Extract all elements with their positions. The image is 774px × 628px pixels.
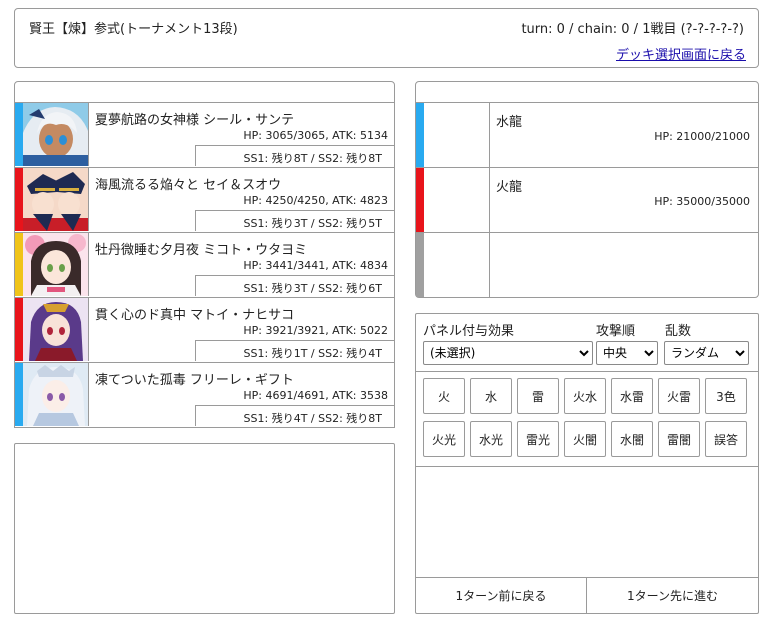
attribute-bar xyxy=(416,103,424,167)
battle-header: 賢王【煉】参式(トーナメント13段) turn: 0 / chain: 0 / … xyxy=(14,8,759,68)
character-name: 海風流るる焔々と セイ＆スオウ xyxy=(95,178,282,193)
panel-button-wrong-answer[interactable]: 誤答 xyxy=(705,421,747,457)
skill-turns: SS1: 残り1T / SS2: 残り4T xyxy=(195,340,394,361)
attack-order-select[interactable]: 中央 xyxy=(596,341,658,365)
attribute-bar xyxy=(15,233,23,296)
panel-button-water-dark[interactable]: 水闇 xyxy=(611,421,653,457)
skill-turns: SS1: 残り3T / SS2: 残り5T xyxy=(195,210,394,231)
character-name: 貫く心のド真中 マトイ・ナヒサコ xyxy=(95,308,295,323)
skill-turns: SS1: 残り8T / SS2: 残り8T xyxy=(195,145,394,166)
character-portrait xyxy=(23,233,88,296)
random-label: 乱数 xyxy=(665,324,692,339)
quest-title: 賢王【煉】参式(トーナメント13段) xyxy=(29,22,238,37)
attribute-bar xyxy=(416,233,424,297)
panel-button-fire-water[interactable]: 火水 xyxy=(564,378,606,414)
attack-order-label: 攻撃順 xyxy=(596,324,636,339)
character-stats: HP: 3921/3921, ATK: 5022 xyxy=(243,324,388,337)
attribute-bar xyxy=(15,298,23,361)
character-portrait xyxy=(23,363,88,426)
character-stats: HP: 4691/4691, ATK: 3538 xyxy=(243,389,388,402)
party-panel: 夏夢航路の女神様 シール・サンテ HP: 3065/3065, ATK: 513… xyxy=(14,81,395,428)
panel-button-water[interactable]: 水 xyxy=(470,378,512,414)
battle-log-panel xyxy=(14,443,395,614)
character-portrait xyxy=(23,103,88,166)
character-stats: HP: 3441/3441, ATK: 4834 xyxy=(243,259,388,272)
enemy-hp: HP: 35000/35000 xyxy=(654,195,750,208)
enemy-row[interactable]: 水龍 HP: 21000/21000 xyxy=(416,102,758,167)
panel-button-fire-light[interactable]: 火光 xyxy=(423,421,465,457)
attribute-bar xyxy=(416,168,424,232)
enemy-name: 水龍 xyxy=(496,115,523,130)
back-to-deck-link[interactable]: デッキ選択画面に戻る xyxy=(616,44,746,63)
attribute-bar xyxy=(15,103,23,166)
control-panel: パネル付与効果 攻撃順 乱数 (未選択) 中央 ランダム 火 水 雷 火水 水雷… xyxy=(415,313,759,614)
character-stats: HP: 4250/4250, ATK: 4823 xyxy=(243,194,388,207)
character-name: 夏夢航路の女神様 シール・サンテ xyxy=(95,113,295,128)
attribute-bar xyxy=(15,363,23,426)
character-portrait xyxy=(23,168,88,231)
party-member[interactable]: 貫く心のド真中 マトイ・ナヒサコ HP: 3921/3921, ATK: 502… xyxy=(15,297,394,361)
panel-button-tricolor[interactable]: 3色 xyxy=(705,378,747,414)
panel-button-thunder-dark[interactable]: 雷闇 xyxy=(658,421,700,457)
skill-turns: SS1: 残り4T / SS2: 残り8T xyxy=(195,405,394,426)
panel-button-thunder[interactable]: 雷 xyxy=(517,378,559,414)
enemy-row[interactable]: 火龍 HP: 35000/35000 xyxy=(416,167,758,232)
enemy-panel: 水龍 HP: 21000/21000 火龍 HP: 35000/35000 xyxy=(415,81,759,298)
party-member[interactable]: 夏夢航路の女神様 シール・サンテ HP: 3065/3065, ATK: 513… xyxy=(15,102,394,166)
enemy-hp: HP: 21000/21000 xyxy=(654,130,750,143)
panel-effect-label: パネル付与効果 xyxy=(423,324,515,339)
random-select[interactable]: ランダム xyxy=(664,341,749,365)
character-name: 凍てついた孤毒 フリーレ・ギフト xyxy=(95,373,294,388)
character-portrait xyxy=(23,298,88,361)
battle-status: turn: 0 / chain: 0 / 1戦目 (?-?-?-?-?) xyxy=(521,22,744,37)
panel-button-fire-dark[interactable]: 火闇 xyxy=(564,421,606,457)
party-member[interactable]: 牡丹微睡む夕月夜 ミコト・ウタヨミ HP: 3441/3441, ATK: 48… xyxy=(15,232,394,296)
character-name: 牡丹微睡む夕月夜 ミコト・ウタヨミ xyxy=(95,243,308,258)
skill-turns: SS1: 残り3T / SS2: 残り6T xyxy=(195,275,394,296)
character-stats: HP: 3065/3065, ATK: 5134 xyxy=(243,129,388,142)
panel-button-thunder-light[interactable]: 雷光 xyxy=(517,421,559,457)
panel-effect-select[interactable]: (未選択) xyxy=(423,341,593,365)
panel-button-water-light[interactable]: 水光 xyxy=(470,421,512,457)
attribute-bar xyxy=(15,168,23,231)
enemy-row xyxy=(416,232,758,297)
previous-turn-button[interactable]: 1ターン前に戻る xyxy=(416,578,586,613)
panel-button-water-thunder[interactable]: 水雷 xyxy=(611,378,653,414)
party-member[interactable]: 海風流るる焔々と セイ＆スオウ HP: 4250/4250, ATK: 4823… xyxy=(15,167,394,231)
enemy-name: 火龍 xyxy=(496,180,523,195)
panel-button-fire-thunder[interactable]: 火雷 xyxy=(658,378,700,414)
panel-button-fire[interactable]: 火 xyxy=(423,378,465,414)
next-turn-button[interactable]: 1ターン先に進む xyxy=(587,578,758,613)
party-member[interactable]: 凍てついた孤毒 フリーレ・ギフト HP: 4691/4691, ATK: 353… xyxy=(15,362,394,426)
turn-navigation: 1ターン前に戻る 1ターン先に進む xyxy=(416,577,758,613)
